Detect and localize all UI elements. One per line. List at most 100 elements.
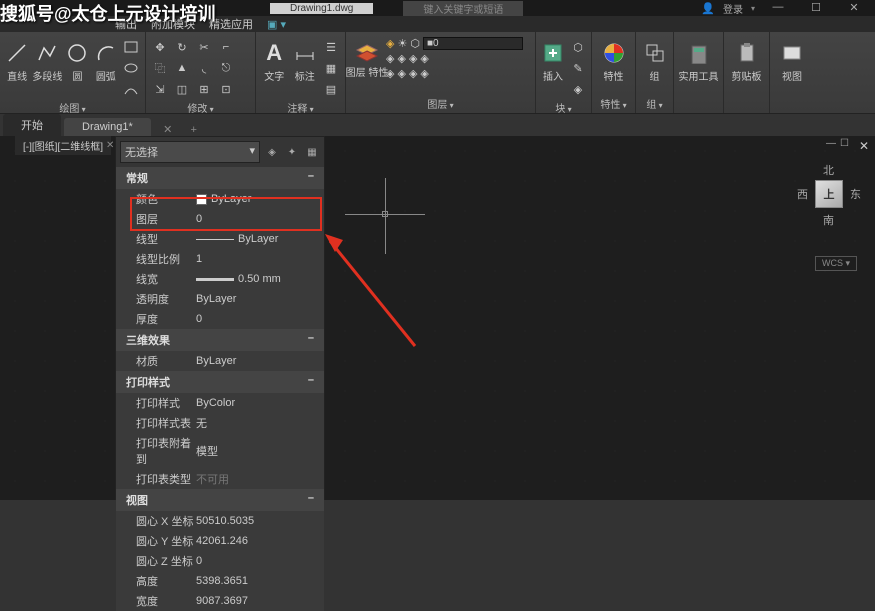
mirror-icon[interactable]: ▲ bbox=[172, 59, 192, 77]
panel-label-draw[interactable]: 绘图 bbox=[4, 98, 141, 115]
max-icon[interactable]: ☐ bbox=[840, 138, 849, 149]
prop-tool-icon[interactable]: ▦ bbox=[304, 144, 320, 160]
viewcube-north[interactable]: 北 bbox=[823, 162, 834, 178]
prop-value[interactable]: 42061.246 bbox=[196, 533, 324, 549]
layer-tool-icon[interactable]: ◈ bbox=[409, 67, 417, 80]
dimension-button[interactable]: 标注 bbox=[291, 34, 320, 83]
text-button[interactable]: A 文字 bbox=[260, 34, 289, 83]
tab-add-button[interactable]: + bbox=[185, 124, 203, 136]
tab-start[interactable]: 开始 bbox=[3, 114, 61, 136]
block-tool-icon[interactable]: ✎ bbox=[568, 59, 588, 77]
maximize-button[interactable]: ☐ bbox=[801, 1, 831, 15]
prop-value-thickness[interactable]: 0 bbox=[196, 311, 324, 327]
viewcube-west[interactable]: 西 bbox=[797, 186, 808, 202]
panel-close-icon[interactable]: ✕ bbox=[106, 140, 114, 151]
prop-value-ltscale[interactable]: 1 bbox=[196, 251, 324, 267]
modify-tool-icon[interactable]: ⊡ bbox=[216, 80, 236, 98]
layer-tool-icon[interactable]: ◈ bbox=[386, 52, 394, 65]
prop-value-transparency[interactable]: ByLayer bbox=[196, 291, 324, 307]
insert-button[interactable]: 插入 bbox=[540, 34, 566, 83]
tab-add-button[interactable]: ✕ bbox=[159, 123, 177, 136]
layer-tool-icon[interactable]: ◈ bbox=[420, 67, 428, 80]
modify-tool-icon[interactable]: ⌐ bbox=[216, 38, 236, 56]
login-button[interactable]: 登录 bbox=[723, 1, 743, 16]
panel-label-properties[interactable]: 特性 bbox=[596, 94, 631, 111]
prop-value[interactable]: 5398.3651 bbox=[196, 573, 324, 589]
scale-icon[interactable]: ◫ bbox=[172, 80, 192, 98]
min-icon[interactable]: — bbox=[826, 138, 836, 149]
layer-icon[interactable]: ⬡ bbox=[410, 37, 420, 50]
tab-drawing[interactable]: Drawing1* bbox=[64, 118, 151, 136]
close-button[interactable]: ✕ bbox=[839, 1, 869, 15]
draw-tool-icon[interactable] bbox=[121, 38, 141, 56]
panel-label-layers[interactable]: 图层 bbox=[350, 94, 531, 111]
section-plotstyle[interactable]: 打印样式– bbox=[116, 371, 324, 393]
rotate-icon[interactable]: ↻ bbox=[172, 38, 192, 56]
title-file[interactable]: Drawing1.dwg bbox=[270, 3, 373, 14]
trim-icon[interactable]: ✂ bbox=[194, 38, 214, 56]
array-icon[interactable]: ⊞ bbox=[194, 80, 214, 98]
section-general[interactable]: 常规– bbox=[116, 167, 324, 189]
layer-tool-icon[interactable]: ◈ bbox=[397, 67, 405, 80]
layer-tool-icon[interactable]: ◈ bbox=[420, 52, 428, 65]
viewcube-top[interactable]: 上 bbox=[815, 180, 843, 208]
search-input[interactable]: 键入关键字或短语 bbox=[403, 1, 523, 16]
wcs-label[interactable]: WCS ▾ bbox=[815, 256, 857, 271]
circle-button[interactable]: 圆 bbox=[64, 34, 90, 83]
user-icon[interactable]: 👤 bbox=[701, 2, 715, 15]
viewcube-south[interactable]: 南 bbox=[823, 212, 834, 228]
block-tool-icon[interactable]: ⬡ bbox=[568, 38, 588, 56]
layer-dropdown[interactable]: ■ 0 bbox=[423, 37, 523, 50]
selection-dropdown[interactable]: 无选择▾ bbox=[120, 141, 260, 163]
annotate-tool-icon[interactable]: ☰ bbox=[321, 38, 341, 56]
prop-value-linetype[interactable]: ByLayer bbox=[196, 231, 324, 247]
prop-value-lineweight[interactable]: 0.50 mm bbox=[196, 271, 324, 287]
prop-value-material[interactable]: ByLayer bbox=[196, 353, 324, 369]
layer-tool-icon[interactable]: ◈ bbox=[397, 52, 405, 65]
layer-tool-icon[interactable]: ◈ bbox=[386, 67, 394, 80]
polyline-button[interactable]: 多段线 bbox=[32, 34, 62, 83]
model-label[interactable]: [-][图纸][二维线框] bbox=[15, 136, 111, 155]
group-button[interactable]: 组 bbox=[640, 34, 669, 83]
draw-tool-icon[interactable] bbox=[121, 80, 141, 98]
panel-label-modify[interactable]: 修改 bbox=[150, 98, 251, 115]
properties-button[interactable]: 特性 bbox=[596, 34, 631, 83]
prop-value[interactable]: ByColor bbox=[196, 395, 324, 411]
copy-icon[interactable]: ⿻ bbox=[150, 59, 170, 77]
layer-icon[interactable]: ☀ bbox=[397, 37, 407, 50]
menu-more-icon[interactable]: ▣ ▾ bbox=[267, 18, 286, 31]
move-icon[interactable]: ✥ bbox=[150, 38, 170, 56]
viewcube-east[interactable]: 东 bbox=[850, 186, 861, 202]
fillet-icon[interactable]: ◟ bbox=[194, 59, 214, 77]
stretch-icon[interactable]: ⇲ bbox=[150, 80, 170, 98]
panel-label-annotate[interactable]: 注释 bbox=[260, 98, 341, 115]
dropdown-icon[interactable]: ▾ bbox=[751, 4, 755, 13]
close-icon[interactable]: ✕ bbox=[859, 139, 869, 153]
block-tool-icon[interactable]: ◈ bbox=[568, 80, 588, 98]
view-button[interactable]: 视图 bbox=[774, 34, 810, 83]
layer-tool-icon[interactable]: ◈ bbox=[409, 52, 417, 65]
line-button[interactable]: 直线 bbox=[4, 34, 30, 83]
section-view[interactable]: 视图– bbox=[116, 489, 324, 511]
layer-icon[interactable]: ◈ bbox=[386, 37, 394, 50]
drawing-area[interactable]: [-][图纸][二维线框] — ☐ ✕ 北 南 东 西 上 WCS ▾ ✕ 无选择… bbox=[0, 136, 875, 500]
prop-tool-icon[interactable]: ◈ bbox=[264, 144, 280, 160]
prop-value[interactable]: 无 bbox=[196, 415, 324, 431]
viewcube[interactable]: 北 南 东 西 上 bbox=[801, 166, 857, 222]
clipboard-button[interactable]: 剪贴板 bbox=[728, 34, 765, 83]
prop-value[interactable]: 9087.3697 bbox=[196, 593, 324, 609]
utilities-button[interactable]: 实用工具 bbox=[678, 34, 719, 83]
panel-label-groups[interactable]: 组 bbox=[640, 94, 669, 111]
arc-button[interactable]: 圆弧 bbox=[93, 34, 119, 83]
prop-value[interactable]: 0 bbox=[196, 553, 324, 569]
annotate-tool-icon[interactable]: ▤ bbox=[321, 80, 341, 98]
modify-tool-icon[interactable]: ⎋ bbox=[216, 59, 236, 77]
annotate-tool-icon[interactable]: ▦ bbox=[321, 59, 341, 77]
prop-tool-icon[interactable]: ✦ bbox=[284, 144, 300, 160]
layer-properties-button[interactable]: 图层 特性 bbox=[350, 34, 384, 79]
panel-label-block[interactable]: 块 bbox=[540, 98, 587, 115]
minimize-button[interactable]: — bbox=[763, 1, 793, 15]
prop-value[interactable]: 50510.5035 bbox=[196, 513, 324, 529]
draw-tool-icon[interactable] bbox=[121, 59, 141, 77]
prop-value[interactable]: 模型 bbox=[196, 435, 324, 467]
